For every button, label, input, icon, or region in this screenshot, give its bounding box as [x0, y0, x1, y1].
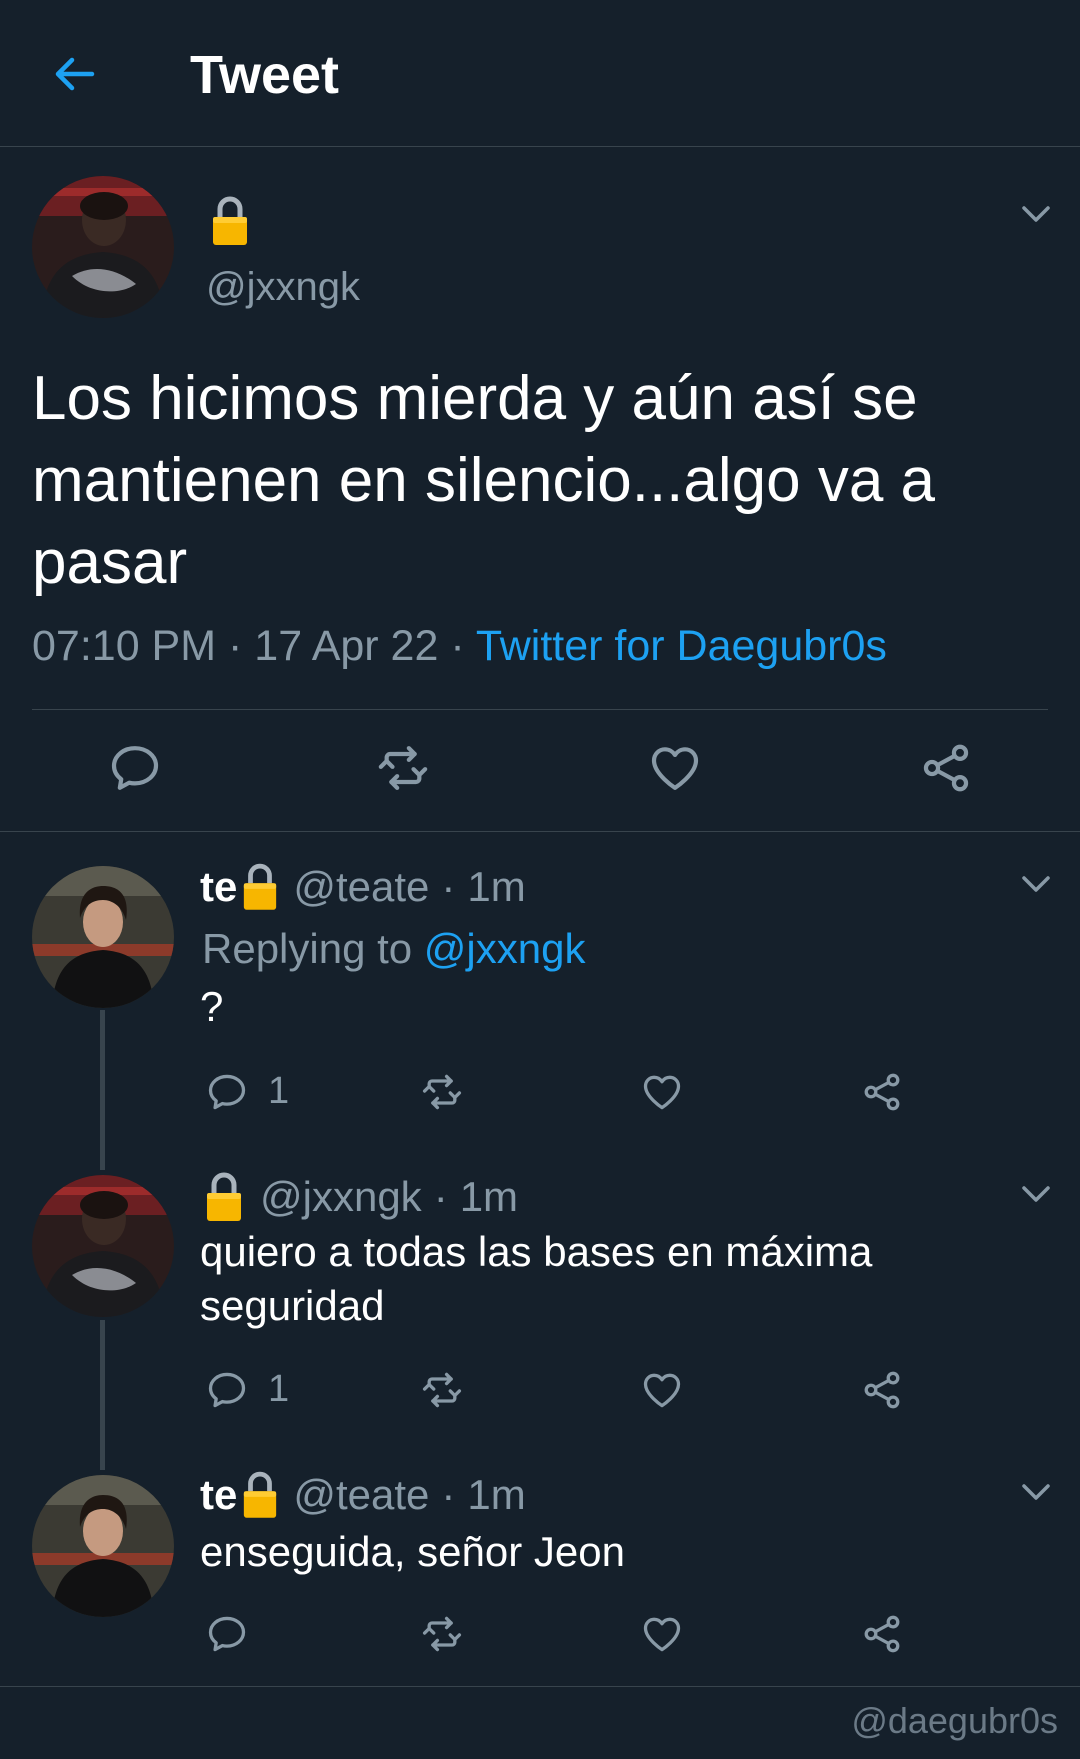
lock-icon: [241, 862, 279, 912]
share-icon[interactable]: [918, 740, 974, 796]
reply-icon[interactable]: [205, 1612, 249, 1656]
retweet-icon[interactable]: [420, 1612, 464, 1656]
reply-header: @jxxngk · 1m: [200, 1168, 518, 1226]
author-handle[interactable]: @jxxngk: [206, 265, 360, 310]
reply-author-handle[interactable]: @teate: [293, 863, 429, 911]
reply-time: 1m: [467, 863, 526, 910]
reply-header: te @teate · 1m: [200, 858, 526, 916]
retweet-icon[interactable]: [375, 740, 431, 796]
reply-text: ?: [200, 983, 224, 1030]
share-icon[interactable]: [860, 1368, 904, 1412]
heart-icon[interactable]: [647, 740, 703, 796]
lock-icon: [241, 1470, 279, 1520]
reply-author-name[interactable]: te: [200, 863, 237, 911]
divider: [0, 1686, 1080, 1687]
tweet-meta: 07:10 PM · 17 Apr 22 · Twitter for Daegu…: [32, 622, 887, 671]
heart-icon[interactable]: [640, 1368, 684, 1412]
replying-to-label: Replying to: [202, 925, 413, 972]
author-avatar[interactable]: [32, 176, 174, 318]
reply-icon[interactable]: [107, 740, 163, 796]
replying-to-mention[interactable]: @jxxngk: [424, 925, 586, 972]
meta-separator: ·: [441, 863, 456, 910]
chevron-down-icon[interactable]: [1018, 870, 1054, 898]
reply-count: 1: [268, 1368, 290, 1410]
reply-text: enseguida, señor Jeon: [200, 1528, 625, 1575]
tweet-source-link[interactable]: Twitter for Daegubr0s: [476, 622, 887, 670]
reply-icon[interactable]: [205, 1368, 249, 1412]
tweet-text: Los hicimos mierda y aún así se mantiene…: [32, 364, 936, 597]
tweet-time: 07:10 PM: [32, 622, 217, 670]
meta-separator: ·: [441, 1471, 456, 1518]
retweet-icon[interactable]: [420, 1070, 464, 1114]
lock-icon: [204, 1171, 244, 1223]
reply-avatar[interactable]: [32, 1175, 174, 1317]
reply-author-handle[interactable]: @teate: [293, 1471, 429, 1519]
top-bar: Tweet: [0, 0, 1080, 147]
thread-line: [100, 1010, 105, 1170]
meta-separator: ·: [450, 622, 465, 670]
replying-to: Replying to @jxxngk: [202, 925, 585, 973]
share-icon[interactable]: [860, 1612, 904, 1656]
meta-separator: ·: [228, 622, 243, 670]
tweet-date: 17 Apr 22: [254, 622, 439, 670]
meta-separator: ·: [433, 1173, 448, 1220]
share-icon[interactable]: [860, 1070, 904, 1114]
reply-author-handle[interactable]: @jxxngk: [260, 1173, 422, 1221]
thread-line: [100, 1320, 105, 1470]
heart-icon[interactable]: [640, 1612, 684, 1656]
chevron-down-icon[interactable]: [1018, 1180, 1054, 1208]
heart-icon[interactable]: [640, 1070, 684, 1114]
reply-count: 1: [268, 1070, 290, 1112]
retweet-icon[interactable]: [420, 1368, 464, 1412]
chevron-down-icon[interactable]: [1018, 1478, 1054, 1506]
reply-header: te @teate · 1m: [200, 1466, 526, 1524]
arrow-left-icon[interactable]: [50, 50, 98, 98]
watermark: @daegubr0s: [851, 1700, 1058, 1741]
reply-icon[interactable]: [205, 1070, 249, 1114]
reply-time: 1m: [467, 1471, 526, 1518]
reply-avatar[interactable]: [32, 866, 174, 1008]
divider: [32, 709, 1048, 710]
page-title: Tweet: [190, 45, 340, 105]
reply-text: quiero a todas las bases en máxima segur…: [200, 1228, 873, 1329]
chevron-down-icon[interactable]: [1018, 200, 1054, 228]
divider: [0, 831, 1080, 832]
reply-time: 1m: [459, 1173, 519, 1220]
reply-avatar[interactable]: [32, 1475, 174, 1617]
lock-icon: [210, 195, 250, 247]
reply-author-name[interactable]: te: [200, 1471, 237, 1519]
